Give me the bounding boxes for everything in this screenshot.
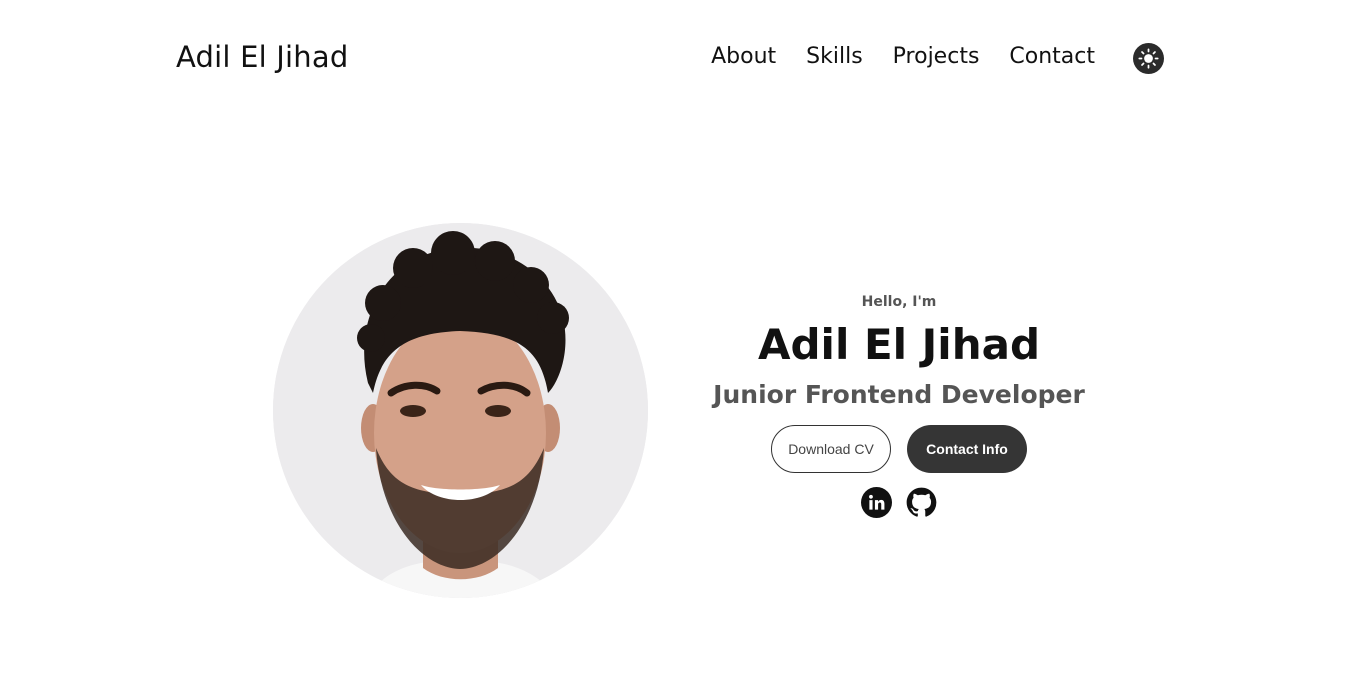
main-nav: About Skills Projects Contact xyxy=(711,44,1095,69)
nav-link-projects[interactable]: Projects xyxy=(893,44,980,69)
hero-buttons: Download CV Contact Info xyxy=(700,425,1098,473)
nav-link-about[interactable]: About xyxy=(711,44,776,69)
github-icon xyxy=(906,487,937,517)
profile-photo xyxy=(273,223,648,598)
site-logo[interactable]: Adil El Jihad xyxy=(176,40,348,74)
profile-photo-illustration xyxy=(273,223,648,598)
hero-role: Junior Frontend Developer xyxy=(713,380,1085,409)
hero-name: Adil El Jihad xyxy=(757,320,1041,369)
contact-info-button[interactable]: Contact Info xyxy=(907,425,1027,473)
linkedin-link[interactable] xyxy=(861,487,892,518)
sun-icon xyxy=(1138,48,1159,69)
hero-greeting: Hello, I'm xyxy=(861,294,937,310)
theme-toggle-button[interactable] xyxy=(1133,43,1164,74)
nav-link-contact[interactable]: Contact xyxy=(1009,44,1095,69)
github-link[interactable] xyxy=(906,487,937,518)
social-links xyxy=(700,487,1098,518)
portfolio-page: Adil El Jihad About Skills Projects Cont… xyxy=(0,0,1345,697)
nav-link-skills[interactable]: Skills xyxy=(806,44,863,69)
download-cv-button[interactable]: Download CV xyxy=(771,425,891,473)
linkedin-icon xyxy=(869,494,885,510)
hero-section: Hello, I'm Adil El Jihad Junior Frontend… xyxy=(700,292,1098,518)
